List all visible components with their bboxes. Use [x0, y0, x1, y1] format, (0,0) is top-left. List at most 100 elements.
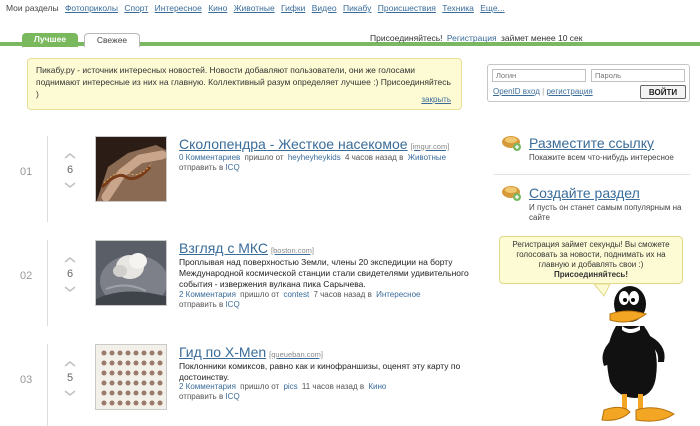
tab-fresh[interactable]: Свежее [84, 33, 140, 47]
vote-up-icon[interactable] [64, 153, 76, 159]
post-thumbnail-iss-view[interactable] [95, 240, 167, 306]
post-item: 01 6 Сколопендра - Жесткое насекомое [img… [0, 136, 480, 232]
post-time: 11 часов назад [301, 382, 358, 391]
post-category-link[interactable]: Интересное [376, 290, 420, 299]
post-description: Поклонники комиксов, равно как и кинофра… [179, 361, 461, 382]
post-time: 4 часов назад [344, 153, 397, 162]
post-author-link[interactable]: heyheyheykids [288, 153, 341, 162]
post-send: отправить в ICQ [179, 163, 240, 172]
post-came-from: пришло от [240, 382, 280, 391]
mascot-duck-icon [590, 270, 682, 426]
post-title[interactable]: Взгляд с МКС [179, 240, 268, 256]
create-section-icon [500, 184, 522, 202]
post-link-title[interactable]: Разместите ссылку [529, 135, 654, 151]
registration-link[interactable]: Регистрация [447, 33, 497, 43]
login-box: OpenID вход | регистрация ВОЙТИ [487, 64, 690, 102]
post-description: Проплывая над поверхностью Земли, члены … [179, 257, 469, 289]
post-came-from: пришло от [240, 290, 280, 299]
info-box: Пикабу.ру - источник интересных новостей… [27, 58, 462, 110]
post-rating: 5 [66, 372, 74, 384]
post-in: в [367, 290, 372, 299]
post-icq-link[interactable]: ICQ [225, 163, 239, 172]
post-send: отправить в ICQ [179, 300, 240, 309]
create-section-title[interactable]: Создайте раздел [529, 185, 640, 201]
login-button[interactable]: ВОЙТИ [640, 85, 686, 99]
post-meta: 2 Комментария пришло от pics 11 часов на… [179, 382, 388, 391]
post-meta: 2 Комментария пришло от contest 7 часов … [179, 290, 422, 299]
post-title-link[interactable]: Гид по X-Men [queueban.com] [179, 344, 323, 360]
nav-item-tech[interactable]: Техника [442, 3, 474, 13]
post-link-subtitle: Покажите всем что-нибудь интересное [529, 153, 674, 162]
login-links: OpenID вход | регистрация [493, 87, 593, 96]
post-source: [boston.com] [271, 246, 314, 255]
vote-down-icon[interactable] [64, 390, 76, 396]
vote-up-icon[interactable] [64, 257, 76, 263]
post-send-label: отправить в [179, 300, 224, 309]
vote-down-icon[interactable] [64, 286, 76, 292]
post-comments-link[interactable]: 2 Комментария [179, 382, 236, 391]
side-divider [494, 174, 690, 175]
top-nav: Мои разделы Фотоприколы Спорт Интересное… [6, 3, 505, 15]
nav-item-more[interactable]: Еще... [480, 3, 504, 13]
post-icq-link[interactable]: ICQ [225, 392, 239, 401]
info-text: Пикабу.ру - источник интересных новостей… [36, 65, 451, 99]
nav-item-animals[interactable]: Животные [234, 3, 275, 13]
add-link-icon [500, 134, 522, 152]
bubble-text: Регистрация займет секунды! Вы сможете г… [512, 240, 670, 269]
nav-item-gifs[interactable]: Гифки [281, 3, 305, 13]
post-thumbnail-centipede[interactable] [95, 136, 167, 202]
tab-best[interactable]: Лучшее [22, 33, 78, 47]
vote-down-icon[interactable] [64, 182, 76, 188]
post-item: 02 6 Взгляд с МКС [boston.com] Проплывая … [0, 240, 480, 336]
post-title[interactable]: Гид по X-Men [179, 344, 266, 360]
register-link[interactable]: регистрация [546, 87, 592, 96]
post-thumbnail-xmen-guide[interactable] [95, 344, 167, 410]
post-category-link[interactable]: Животные [408, 153, 447, 162]
nav-item-cinema[interactable]: Кино [208, 3, 227, 13]
post-send-label: отправить в [179, 163, 224, 172]
post-author-link[interactable]: pics [283, 382, 297, 391]
post-rank: 02 [20, 270, 33, 282]
tab-bar: Лучшее Свежее Присоединяйтесь! Регистрац… [0, 30, 700, 47]
nav-item-incidents[interactable]: Происшествия [378, 3, 436, 13]
nav-item-interesting[interactable]: Интересное [155, 3, 202, 13]
post-title[interactable]: Сколопендра - Жесткое насекомое [179, 136, 408, 152]
post-title-link[interactable]: Взгляд с МКС [boston.com] [179, 240, 314, 256]
post-in: в [399, 153, 404, 162]
post-rating: 6 [66, 164, 74, 176]
info-close-link[interactable]: закрыть [421, 94, 451, 106]
vote-up-icon[interactable] [64, 361, 76, 367]
login-username-input[interactable] [492, 69, 586, 82]
openid-login-link[interactable]: OpenID вход [493, 87, 540, 96]
join-banner: Присоединяйтесь! Регистрация займет мене… [370, 33, 582, 43]
post-icq-link[interactable]: ICQ [225, 300, 239, 309]
post-send-label: отправить в [179, 392, 224, 401]
post-divider [47, 344, 48, 426]
post-meta: 0 Комментариев пришло от heyheyheykids 4… [179, 153, 448, 162]
join-suffix: займет менее 10 сек [500, 33, 583, 43]
post-rank: 01 [20, 166, 33, 178]
nav-item-sport[interactable]: Спорт [124, 3, 148, 13]
post-comments-link[interactable]: 0 Комментариев [179, 153, 240, 162]
post-divider [47, 240, 48, 326]
post-time: 7 часов назад [313, 290, 366, 299]
nav-item-photo-jokes[interactable]: Фотоприколы [65, 3, 118, 13]
login-password-input[interactable] [591, 69, 685, 82]
post-author-link[interactable]: contest [283, 290, 309, 299]
post-source: [queueban.com] [269, 350, 323, 359]
post-send: отправить в ICQ [179, 392, 240, 401]
post-rating: 6 [66, 268, 74, 280]
post-title-link[interactable]: Сколопендра - Жесткое насекомое [imgur.co… [179, 136, 449, 152]
post-comments-link[interactable]: 2 Комментария [179, 290, 236, 299]
nav-item-video[interactable]: Видео [312, 3, 337, 13]
post-source: [imgur.com] [410, 142, 450, 151]
my-sections-label: Мои разделы [6, 3, 59, 13]
post-item: 03 5 Гид по X-Men [queueban.com] Поклонни… [0, 344, 480, 426]
nav-item-pikabu[interactable]: Пикабу [343, 3, 371, 13]
join-prefix: Присоединяйтесь! [370, 33, 443, 43]
create-section-subtitle: И пусть он станет самым популярным на са… [529, 203, 682, 222]
post-category-link[interactable]: Кино [368, 382, 386, 391]
post-rank: 03 [20, 374, 33, 386]
post-divider [47, 136, 48, 222]
post-in: в [359, 382, 365, 391]
